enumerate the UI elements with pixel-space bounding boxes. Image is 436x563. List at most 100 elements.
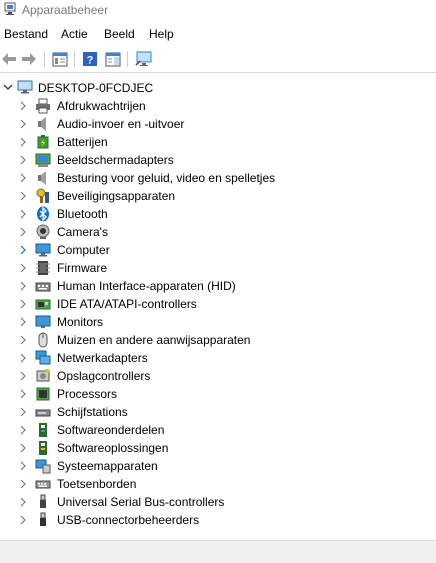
chevron-right-icon[interactable] [19,281,27,291]
monitor-scan-icon [135,51,152,66]
tree-item-label: Toetsenborden [57,477,137,491]
tree-item-ide-ata-atapi-controllers[interactable]: IDE ATA/ATAPI-controllers [0,295,436,313]
battery-icon [37,135,49,149]
tree-item-label: Muizen en andere aanwijsapparaten [57,333,251,347]
chevron-right-icon[interactable] [19,227,27,237]
tree-item-label: Audio-invoer en -uitvoer [57,117,185,131]
chevron-right-icon[interactable] [19,443,27,453]
security-key-icon [36,188,49,203]
tree-item-beveiligingsapparaten[interactable]: Beveiligingsapparaten [0,187,436,205]
menu-bestand[interactable]: Bestand [4,27,48,41]
status-bar [0,540,436,563]
tree-item-universal-serial-bus-controllers[interactable]: Universal Serial Bus-controllers [0,493,436,511]
device-manager-app-icon [4,2,16,15]
chevron-down-icon[interactable] [3,82,13,92]
chevron-right-icon[interactable] [19,461,27,471]
tree-item-label: Human Interface-apparaten (HID) [57,279,236,293]
usb-connector-icon [40,512,46,526]
tree-item-systeemapparaten[interactable]: Systeemapparaten [0,457,436,475]
system-device-icon [35,459,51,474]
chevron-right-icon[interactable] [19,389,27,399]
ide-controller-icon [35,299,51,310]
window-title: Apparaatbeheer [22,3,109,17]
tree-item-audio-invoer-en-uitvoer[interactable]: Audio-invoer en -uitvoer [0,115,436,133]
tree-item-afdrukwachtrijen[interactable]: Afdrukwachtrijen [0,97,436,115]
network-adapter-icon [35,350,51,365]
chevron-right-icon[interactable] [19,263,27,273]
camera-icon [36,224,50,239]
properties-view-icon [52,52,68,66]
tree-item-toetsenborden[interactable]: Toetsenborden [0,475,436,493]
tree-item-muizen-en-andere-aanwijsapparaten[interactable]: Muizen en andere aanwijsapparaten [0,331,436,349]
tree-item-computer[interactable]: Computer [0,241,436,259]
chevron-right-icon[interactable] [19,191,27,201]
chevron-right-icon[interactable] [19,497,27,507]
chevron-right-icon[interactable] [19,335,27,345]
monitor-icon [35,315,51,328]
tree-item-firmware[interactable]: Firmware [0,259,436,277]
help-icon: ? [83,52,97,67]
tree-item-softwareoplossingen[interactable]: Softwareoplossingen [0,439,436,457]
chevron-right-icon[interactable] [19,479,27,489]
chevron-right-icon[interactable] [19,101,27,111]
menu-beeld[interactable]: Beeld [104,27,135,41]
chevron-right-icon[interactable] [19,299,27,309]
tree-item-label: Beeldschermadapters [57,153,174,167]
chevron-right-icon[interactable] [19,407,27,417]
chevron-right-icon[interactable] [19,137,27,147]
chevron-right-icon[interactable] [19,119,27,129]
chevron-right-icon[interactable] [19,425,27,435]
menu-help[interactable]: Help [149,27,174,41]
tree-item-label: Batterijen [57,135,108,149]
sound-video-icon [38,171,46,185]
chevron-right-icon[interactable] [19,371,27,381]
tree-item-human-interface-apparaten-hid[interactable]: Human Interface-apparaten (HID) [0,277,436,295]
tree-item-label: Opslagcontrollers [57,369,151,383]
back-button[interactable] [0,50,18,68]
menu-actie[interactable]: Actie [61,27,88,41]
help-button[interactable]: ? [81,50,99,68]
forward-button[interactable] [20,50,38,68]
tree-item-label: Netwerkadapters [57,351,148,365]
chevron-right-icon[interactable] [19,515,27,525]
tree-item-beeldschermadapters[interactable]: Beeldschermadapters [0,151,436,169]
tree-item-batterijen[interactable]: Batterijen [0,133,436,151]
tree-item-usb-connectorbeheerders[interactable]: USB-connectorbeheerders [0,511,436,529]
tree-item-label: Camera's [57,225,108,239]
tree-item-opslagcontrollers[interactable]: Opslagcontrollers [0,367,436,385]
chevron-right-icon[interactable] [19,317,27,327]
tree-root[interactable]: DESKTOP-0FCDJEC [0,79,436,97]
chevron-right-icon[interactable] [19,209,27,219]
properties-view-button[interactable] [51,50,69,68]
processor-icon [36,387,50,401]
device-tree: DESKTOP-0FCDJEC Afdrukwachtrijen Audio-in… [0,77,436,539]
tree-item-bluetooth[interactable]: Bluetooth [0,205,436,223]
action-pane-icon [105,52,121,66]
tree-item-label: Universal Serial Bus-controllers [57,495,225,509]
tree-item-label: Besturing voor geluid, video en spelletj… [57,171,276,185]
tree-item-monitors[interactable]: Monitors [0,313,436,331]
tree-item-label: Softwareoplossingen [57,441,169,455]
storage-controller-icon [36,369,50,382]
tree-item-label: Afdrukwachtrijen [57,99,146,113]
tree-item-processors[interactable]: Processors [0,385,436,403]
tree-item-softwareonderdelen[interactable]: Softwareonderdelen [0,421,436,439]
chevron-right-icon[interactable] [19,245,27,255]
chevron-right-icon[interactable] [19,155,27,165]
tree-item-netwerkadapters[interactable]: Netwerkadapters [0,349,436,367]
scan-hardware-button[interactable] [135,50,153,68]
tree-item-label: Systeemapparaten [57,459,158,473]
toolbar-separator [44,51,45,67]
tree-item-label: Firmware [57,261,107,275]
tree-item-besturing-voor-geluid-video-en-spelletjes[interactable]: Besturing voor geluid, video en spelletj… [0,169,436,187]
device-manager-window: Apparaatbeheer Bestand Actie Beeld Help [0,0,436,563]
tree-item-camera-s[interactable]: Camera's [0,223,436,241]
action-pane-button[interactable] [104,50,122,68]
tree-item-label: Bluetooth [57,207,108,221]
chevron-right-icon[interactable] [19,353,27,363]
tree-item-schijfstations[interactable]: Schijfstations [0,403,436,421]
chevron-right-icon[interactable] [19,173,27,183]
bluetooth-icon [37,206,49,222]
toolbar-separator [74,51,75,67]
tree-item-label: Computer [57,243,110,257]
